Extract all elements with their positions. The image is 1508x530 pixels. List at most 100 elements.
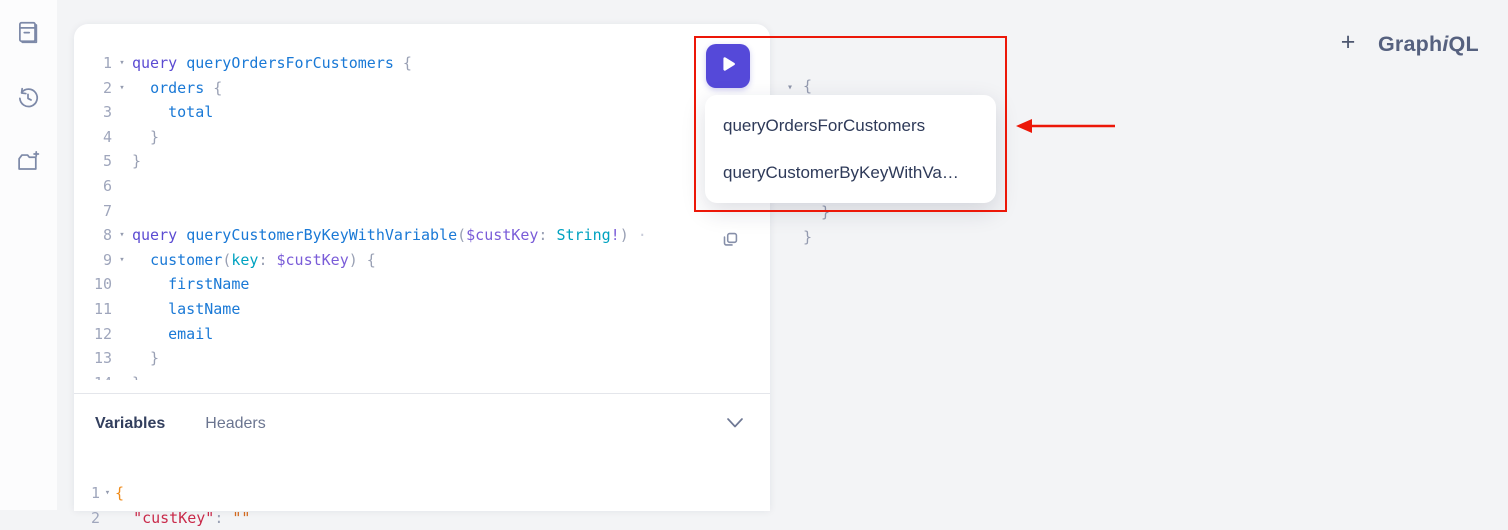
operation-item[interactable]: queryCustomerByKeyWithVa…: [705, 149, 996, 196]
syntax-token: [177, 54, 186, 72]
syntax-token: [132, 300, 168, 318]
line-number: 6: [74, 174, 112, 199]
code-line[interactable]: 9▾ customer(key: $custKey) {: [74, 248, 770, 273]
line-number: 13: [74, 346, 112, 371]
syntax-token: }: [132, 128, 159, 146]
code-line[interactable]: 14}: [74, 371, 770, 380]
code-line[interactable]: 12 email: [74, 322, 770, 347]
query-editor-lines: 1▾query queryOrdersForCustomers {2▾ orde…: [74, 51, 770, 380]
syntax-token: queryCustomerByKeyWithVariable: [186, 226, 457, 244]
execute-query-button[interactable]: [706, 44, 750, 88]
syntax-token: {: [115, 484, 124, 502]
code-line[interactable]: 10 firstName: [74, 272, 770, 297]
code-text: orders {: [132, 76, 770, 101]
add-tab-button[interactable]: +: [1334, 28, 1362, 56]
fold-arrow-icon[interactable]: ▾: [112, 51, 132, 76]
syntax-token: query: [132, 54, 177, 72]
code-text: [132, 199, 770, 224]
code-line[interactable]: 6: [74, 174, 770, 199]
line-number: 5: [74, 149, 112, 174]
code-text: email: [132, 322, 770, 347]
syntax-token: $custKey: [466, 226, 538, 244]
syntax-token: !: [611, 226, 620, 244]
fold-gutter: [112, 371, 132, 380]
copy-query-button[interactable]: [712, 225, 748, 259]
syntax-token: queryOrdersForCustomers: [186, 54, 394, 72]
syntax-token: key: [231, 251, 258, 269]
tab-variables[interactable]: Variables: [95, 415, 165, 433]
syntax-token: lastName: [168, 300, 240, 318]
syntax-token: {: [394, 54, 412, 72]
code-line[interactable]: 1▾query queryOrdersForCustomers {: [74, 51, 770, 76]
code-line[interactable]: 2▾ orders {: [74, 76, 770, 101]
code-text: }: [132, 371, 770, 380]
fold-gutter: [112, 125, 132, 150]
fold-gutter: [112, 297, 132, 322]
syntax-token: [132, 275, 168, 293]
code-line[interactable]: 11 lastName: [74, 297, 770, 322]
line-number: 4: [74, 125, 112, 150]
syntax-token: orders: [150, 79, 204, 97]
operations-dropdown: queryOrdersForCustomersqueryCustomerByKe…: [705, 95, 996, 203]
syntax-token: ·: [629, 226, 647, 244]
syntax-token: :: [258, 251, 276, 269]
history-icon: [15, 85, 41, 116]
code-line[interactable]: 4 }: [74, 125, 770, 150]
fold-arrow-icon[interactable]: ▾: [112, 76, 132, 101]
operation-item[interactable]: queryOrdersForCustomers: [705, 102, 996, 149]
code-line[interactable]: 7: [74, 199, 770, 224]
new-folder-button[interactable]: [8, 144, 48, 184]
logo-text: Graph: [1378, 32, 1442, 56]
history-button[interactable]: [8, 80, 48, 120]
code-text: }: [132, 125, 770, 150]
code-text: customer(key: $custKey) {: [132, 248, 770, 273]
syntax-token: [115, 509, 133, 527]
code-text: "custKey": "": [115, 506, 770, 530]
syntax-token: "": [232, 509, 250, 527]
code-line[interactable]: 8▾query queryCustomerByKeyWithVariable($…: [74, 223, 770, 248]
code-line[interactable]: 13 }: [74, 346, 770, 371]
fold-arrow-icon[interactable]: ▾: [112, 248, 132, 273]
docs-icon: [15, 19, 41, 50]
line-number: 14: [74, 371, 112, 380]
response-fold-icon[interactable]: ▾: [787, 82, 793, 93]
syntax-token: query: [132, 226, 177, 244]
code-line[interactable]: 2 "custKey": "": [74, 506, 770, 530]
response-close-brace-outer: }: [803, 228, 812, 246]
line-number: 2: [74, 76, 112, 101]
code-line[interactable]: 5}: [74, 149, 770, 174]
collapse-panel-button[interactable]: [726, 416, 746, 432]
code-line[interactable]: 1▾{: [74, 481, 770, 506]
code-text: total: [132, 100, 770, 125]
code-text: firstName: [132, 272, 770, 297]
line-number: 12: [74, 322, 112, 347]
sidebar: [0, 0, 57, 510]
line-number: 3: [74, 100, 112, 125]
tab-headers[interactable]: Headers: [205, 415, 265, 433]
code-line[interactable]: 3 total: [74, 100, 770, 125]
docs-button[interactable]: [8, 14, 48, 54]
fold-gutter: [112, 174, 132, 199]
copy-icon: [719, 229, 741, 256]
fold-arrow-icon[interactable]: ▾: [112, 223, 132, 248]
syntax-token: [132, 325, 168, 343]
code-text: }: [132, 149, 770, 174]
fold-gutter: [100, 506, 115, 530]
fold-gutter: [112, 149, 132, 174]
variables-editor-lines: 1▾{2 "custKey": "": [74, 481, 770, 530]
code-text: query queryCustomerByKeyWithVariable($cu…: [132, 223, 770, 248]
fold-gutter: [112, 346, 132, 371]
chevron-down-icon: [726, 416, 744, 433]
variables-editor[interactable]: 1▾{2 "custKey": "": [74, 481, 770, 530]
syntax-token: String: [556, 226, 610, 244]
query-editor[interactable]: 1▾query queryOrdersForCustomers {2▾ orde…: [74, 24, 770, 380]
fold-arrow-icon[interactable]: ▾: [100, 481, 115, 506]
code-text: query queryOrdersForCustomers {: [132, 51, 770, 76]
graphiql-logo: GraphiQL: [1378, 32, 1479, 57]
syntax-token: [177, 226, 186, 244]
syntax-token: email: [168, 325, 213, 343]
syntax-token: }: [132, 349, 159, 367]
code-text: {: [115, 481, 770, 506]
code-text: lastName: [132, 297, 770, 322]
syntax-token: [132, 103, 168, 121]
